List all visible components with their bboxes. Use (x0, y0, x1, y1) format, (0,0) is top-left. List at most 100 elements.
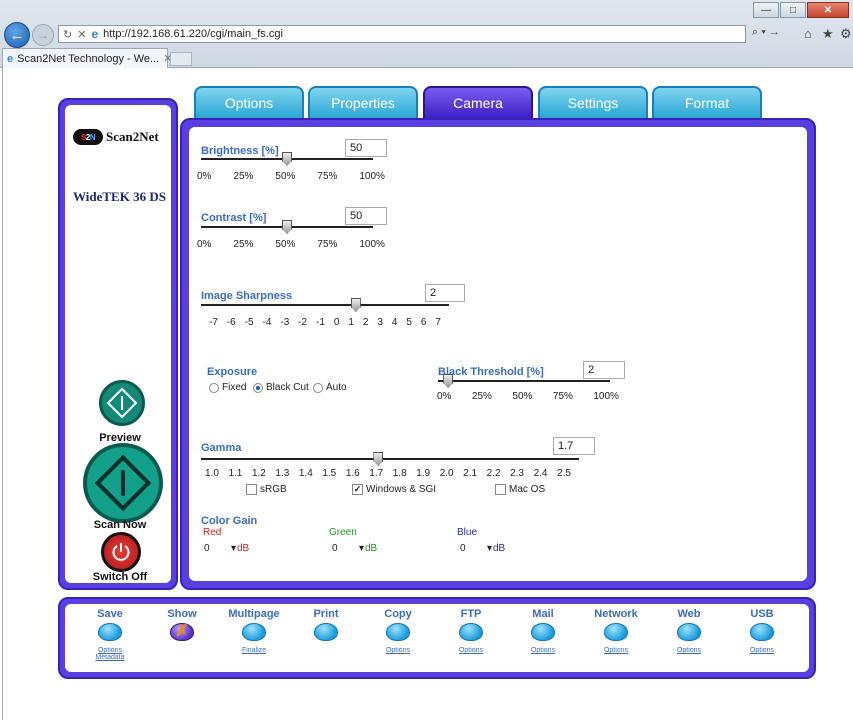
tick-label: 0% (197, 239, 212, 250)
contrast-slider-thumb[interactable] (282, 220, 292, 234)
gamma-slider-thumb[interactable] (373, 452, 384, 466)
checkbox-windows-sgi[interactable]: ✓ (352, 484, 363, 495)
srgb-label: sRGB (260, 484, 287, 495)
tick-label: 2.2 (486, 468, 501, 479)
home-icon[interactable]: ⌂ (804, 26, 812, 41)
network-options-link[interactable]: Options (581, 647, 651, 654)
forward-button[interactable]: → (32, 24, 54, 46)
search-go-controls[interactable]: ⌕ ▾ → (752, 26, 780, 39)
tick-label: 1.1 (228, 468, 243, 479)
tab-settings[interactable]: Settings (538, 86, 648, 118)
multipage-finalize-link[interactable]: Finalize (219, 647, 289, 654)
macos-checkbox[interactable]: Mac OS (495, 484, 545, 495)
red-gain-label: Red (203, 527, 222, 538)
contrast-input[interactable]: 50 (345, 207, 387, 225)
gamma-input[interactable]: 1.7 (553, 437, 595, 455)
tab-format[interactable]: Format (652, 86, 762, 118)
print-item[interactable]: Print (291, 604, 361, 641)
refresh-icon[interactable]: ↻ (63, 28, 72, 41)
green-gain-unit: dB (365, 543, 378, 554)
sharpness-input[interactable]: 2 (425, 284, 465, 302)
exposure-fixed-radio[interactable]: Fixed (209, 382, 246, 393)
address-bar[interactable]: ↻ ✕ e http://192.168.61.220/cgi/main_fs.… (58, 25, 746, 43)
exposure-auto-radio[interactable]: Auto (313, 382, 347, 393)
tick-label: 2.1 (463, 468, 478, 479)
network-cloud-icon[interactable] (604, 623, 628, 641)
save-cloud-icon[interactable] (98, 623, 122, 641)
brightness-input[interactable]: 50 (345, 139, 387, 157)
maximize-button[interactable]: □ (780, 2, 806, 18)
show-item[interactable]: Show ✗ (147, 604, 217, 641)
gamma-ticks: 1.0 1.1 1.2 1.3 1.4 1.5 1.6 1.7 1.8 1.9 2.0 2.1 2.2 2… (205, 468, 571, 479)
tick-label: 50% (275, 239, 296, 250)
web-cloud-icon[interactable] (677, 623, 701, 641)
checkbox-srgb[interactable] (246, 484, 257, 495)
save-metadata-link[interactable]: Metadata (75, 654, 145, 661)
usb-item[interactable]: USB Options (727, 604, 797, 654)
url-text[interactable]: http://192.168.61.220/cgi/main_fs.cgi (103, 28, 283, 40)
ftp-cloud-icon[interactable] (459, 623, 483, 641)
stop-icon[interactable]: ✕ (77, 28, 86, 41)
browser-chrome: — □ ✕ ← → ↻ ✕ e http://192.168.61.220/cg… (0, 0, 853, 68)
gear-icon[interactable]: ⚙ (840, 26, 852, 42)
copy-options-link[interactable]: Options (363, 647, 433, 654)
blue-gain-select[interactable]: 0 ▾ (457, 540, 495, 556)
browser-tab-title: Scan2Net Technology - We... (17, 52, 160, 65)
tick-label: 75% (317, 171, 338, 182)
preview-button[interactable] (99, 380, 145, 426)
red-gain-select[interactable]: 0 ▾ (201, 540, 239, 556)
back-button[interactable]: ← (4, 22, 30, 48)
diamond-arrow-icon (94, 454, 152, 512)
browser-tab[interactable]: e Scan2Net Technology - We... ✕ (2, 48, 172, 68)
radio-black-cut[interactable] (253, 382, 263, 393)
usb-cloud-icon[interactable] (750, 623, 774, 641)
show-disabled-icon[interactable]: ✗ (170, 623, 194, 641)
gamma-slider-track[interactable] (201, 458, 579, 460)
srgb-checkbox[interactable]: sRGB (246, 484, 287, 495)
print-cloud-icon[interactable] (314, 623, 338, 641)
radio-auto[interactable] (313, 382, 323, 393)
ftp-options-link[interactable]: Options (436, 647, 506, 654)
ftp-item[interactable]: FTP Options (436, 604, 506, 654)
black-threshold-slider-track[interactable] (438, 380, 610, 382)
copy-item[interactable]: Copy Options (363, 604, 433, 654)
tick-label: -3 (280, 317, 290, 328)
sharpness-slider-thumb[interactable] (350, 298, 361, 312)
mail-cloud-icon[interactable] (531, 623, 555, 641)
exposure-blackcut-radio[interactable]: Black Cut (253, 382, 309, 393)
tick-label: 50% (512, 391, 533, 402)
tab-camera[interactable]: Camera (423, 86, 533, 118)
radio-fixed[interactable] (209, 382, 219, 393)
close-button[interactable]: ✕ (807, 2, 849, 18)
windows-sgi-checkbox[interactable]: ✓ Windows & SGI (352, 484, 436, 495)
usb-label: USB (750, 608, 774, 620)
brightness-slider-thumb[interactable] (282, 152, 292, 166)
tab-options[interactable]: Options (194, 86, 304, 118)
save-item[interactable]: Save Options Metadata (75, 604, 145, 661)
web-options-link[interactable]: Options (654, 647, 724, 654)
output-toolbar: Save Options Metadata Show ✗ Multipage F… (58, 597, 816, 679)
usb-options-link[interactable]: Options (727, 647, 797, 654)
black-threshold-input[interactable]: 2 (583, 361, 625, 379)
tick-label: 7 (435, 317, 441, 328)
tab-properties[interactable]: Properties (308, 86, 418, 118)
mail-options-link[interactable]: Options (508, 647, 578, 654)
copy-cloud-icon[interactable] (386, 623, 410, 641)
green-gain-select[interactable]: 0 ▾ (329, 540, 367, 556)
network-item[interactable]: Network Options (581, 604, 651, 654)
scan-now-button[interactable] (83, 443, 163, 523)
multipage-item[interactable]: Multipage Finalize (219, 604, 289, 654)
minimize-button[interactable]: — (753, 2, 779, 18)
sharpness-slider-track[interactable] (201, 304, 449, 306)
switch-off-button[interactable] (101, 532, 141, 572)
mail-item[interactable]: Mail Options (508, 604, 578, 654)
multipage-cloud-icon[interactable] (242, 623, 266, 641)
blue-gain-label: Blue (457, 527, 478, 538)
checkbox-macos[interactable] (495, 484, 506, 495)
black-threshold-slider-thumb[interactable] (443, 374, 454, 388)
tick-label: 5 (406, 317, 412, 328)
web-item[interactable]: Web Options (654, 604, 724, 654)
favorites-icon[interactable]: ★ (822, 26, 834, 42)
new-tab-button[interactable] (170, 52, 192, 66)
save-options-link[interactable]: Options (75, 647, 145, 654)
